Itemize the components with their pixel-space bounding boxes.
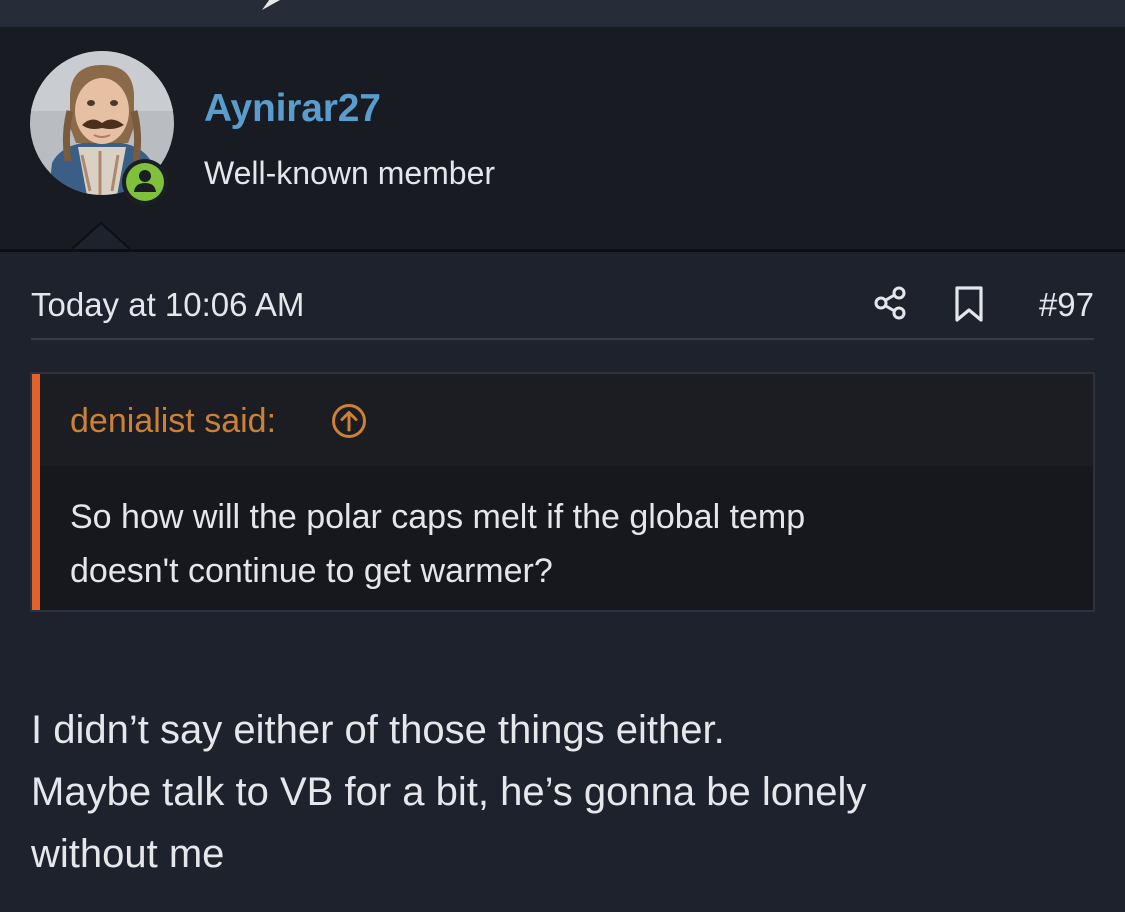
post-timestamp[interactable]: Today at 10:06 AM	[31, 286, 304, 324]
user-header: Aynirar27 Well-known member	[0, 27, 1125, 252]
post-body-text: I didn’t say either of those things eith…	[31, 708, 867, 876]
quote-block: denialist said: So how will the polar ca…	[30, 372, 1095, 612]
top-nav-strip	[0, 0, 1125, 27]
post-meta-bar: Today at 10:06 AM #97	[31, 280, 1094, 340]
username-link[interactable]: Aynirar27	[204, 87, 381, 131]
user-title: Well-known member	[204, 155, 496, 191]
share-icon[interactable]	[872, 285, 908, 321]
arrow-up-circle-icon[interactable]	[331, 403, 367, 439]
partial-icon	[262, 0, 280, 10]
bookmark-icon[interactable]	[954, 286, 984, 322]
header-pointer	[72, 222, 130, 250]
online-status-badge	[122, 159, 168, 205]
quote-accent-bar	[32, 374, 40, 610]
quote-author-link[interactable]: denialist said:	[70, 402, 276, 441]
avatar-container[interactable]	[30, 51, 174, 205]
user-online-icon	[126, 163, 164, 201]
quote-text: So how will the polar caps melt if the g…	[70, 498, 806, 590]
quote-header: denialist said:	[40, 374, 1093, 466]
post-number-link[interactable]: #97	[1039, 286, 1094, 324]
